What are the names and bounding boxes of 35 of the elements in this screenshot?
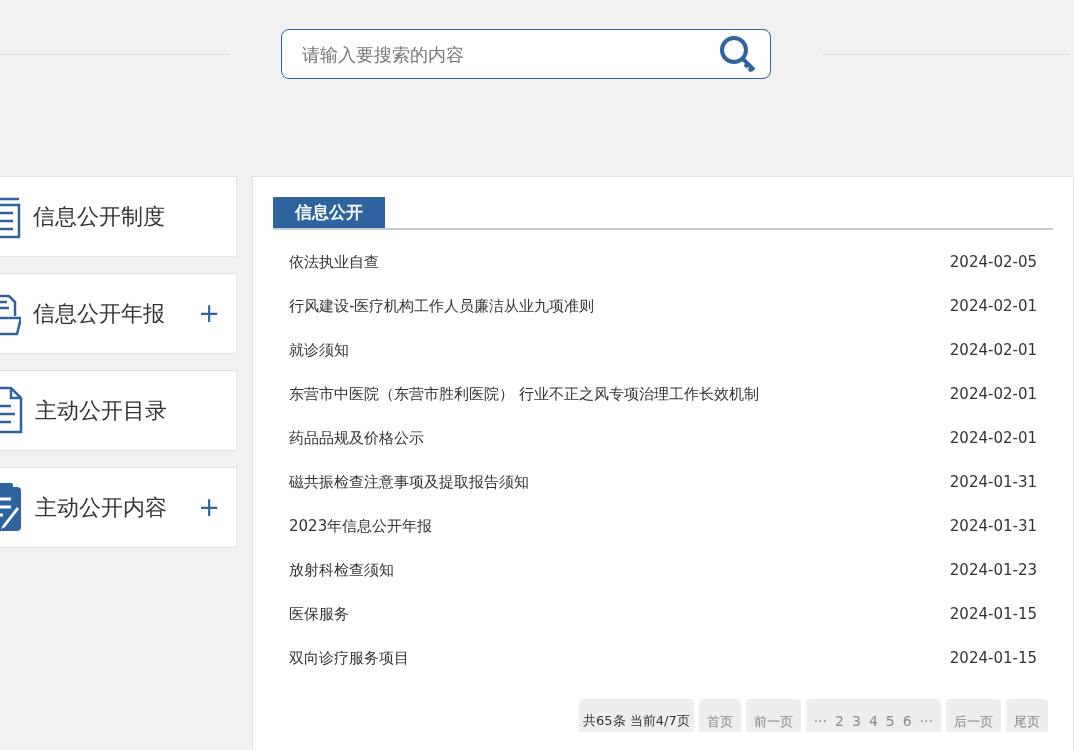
article-link[interactable]: 2023年信息公开年报 <box>289 514 433 538</box>
expand-toggle[interactable]: + <box>198 294 220 333</box>
sidebar-item[interactable]: 主动公开内容 + <box>0 467 237 548</box>
article-link[interactable]: 磁共振检查注意事项及提取报告须知 <box>289 470 529 494</box>
page-summary: 共65条 当前4/7页 <box>579 699 694 732</box>
article-date: 2024-02-01 <box>949 427 1037 449</box>
article-link[interactable]: 就诊须知 <box>289 338 349 362</box>
sidebar-item[interactable]: 主动公开目录 <box>0 370 237 451</box>
article-link[interactable]: 双向诊疗服务项目 <box>289 646 409 670</box>
article-date: 2024-01-31 <box>949 471 1037 493</box>
sidebar-label: 主动公开目录 <box>35 397 168 425</box>
sidebar-label: 主动公开内容 <box>35 494 168 522</box>
article-date: 2024-02-05 <box>949 251 1037 273</box>
article-date: 2024-02-01 <box>949 339 1037 361</box>
article-date: 2024-01-23 <box>949 559 1037 581</box>
section-title: 信息公开 <box>273 197 385 228</box>
expand-toggle[interactable]: + <box>198 488 220 527</box>
article-date: 2024-02-01 <box>949 383 1037 405</box>
article-date: 2024-01-15 <box>949 647 1037 669</box>
search-input[interactable]: 请输入要搜索的内容 <box>302 40 718 68</box>
article-link[interactable]: 行风建设-医疗机构工作人员廉洁从业九项准则 <box>289 294 595 318</box>
search-icon[interactable] <box>718 34 758 74</box>
search-field[interactable]: 请输入要搜索的内容 <box>281 29 771 79</box>
article-date: 2024-01-31 <box>949 515 1037 537</box>
article-link[interactable]: 东营市中医院（东营市胜利医院） 行业不正之风专项治理工作长效机制 <box>289 382 759 406</box>
sidebar-item[interactable]: 信息公开年报 + <box>0 273 237 354</box>
article-date: 2024-01-15 <box>949 603 1037 625</box>
sidebar-label: 信息公开制度 <box>33 203 166 231</box>
article-date: 2024-02-01 <box>949 295 1037 317</box>
article-link[interactable]: 药品品规及价格公示 <box>289 426 424 450</box>
sidebar-label: 信息公开年报 <box>33 300 166 328</box>
sidebar-item[interactable]: 信息公开制度 <box>0 176 237 257</box>
article-link[interactable]: 放射科检查须知 <box>289 558 394 582</box>
article-link[interactable]: 依法执业自查 <box>289 250 379 274</box>
article-link[interactable]: 医保服务 <box>289 602 349 626</box>
